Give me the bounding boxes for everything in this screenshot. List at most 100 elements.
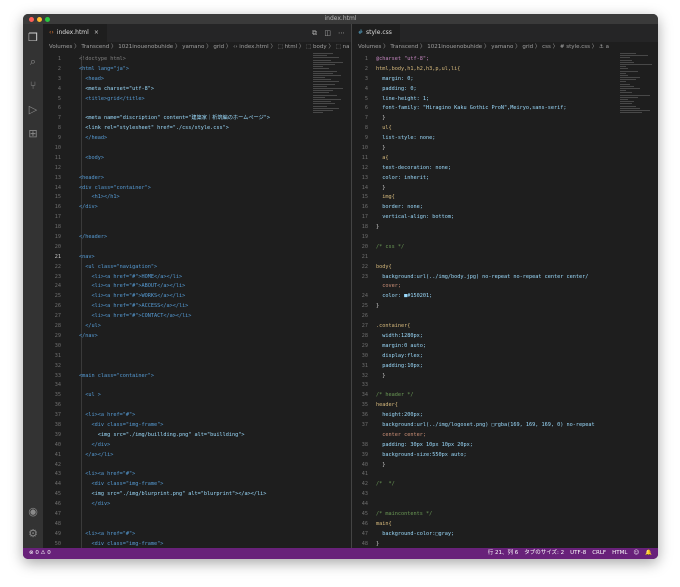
code-line[interactable]: 48} — [352, 540, 658, 548]
code-line[interactable]: 27 .container{ — [352, 322, 658, 332]
status-item[interactable]: ☺ — [633, 550, 639, 556]
code-line[interactable]: 39 <img src="./img/buillding.png" alt="b… — [43, 430, 351, 441]
code-line[interactable]: 36 — [43, 401, 351, 412]
code-line[interactable]: 22 <ul class="navigation"> — [43, 262, 351, 273]
code-line[interactable]: 3 margin: 0; — [352, 75, 658, 85]
code-line[interactable]: 34 /* header */ — [352, 391, 658, 401]
compare-icon[interactable]: ⧉ — [312, 24, 317, 42]
code-line[interactable]: 37 <li><a href="#"> — [43, 411, 351, 421]
code-line[interactable]: 43 <li><a href="#"> — [43, 470, 351, 481]
code-line[interactable]: 15 img{ — [352, 193, 658, 203]
more-actions-icon[interactable]: ⋯ — [338, 24, 345, 42]
code-line[interactable]: 20 — [43, 242, 351, 253]
code-line[interactable]: 22 body{ — [352, 263, 658, 273]
code-line[interactable]: 21 <nav> — [43, 252, 351, 263]
status-item[interactable]: タブのサイズ: 2 — [524, 550, 564, 556]
code-line[interactable]: 8 <link rel="stylesheet" href="./css/sty… — [43, 124, 351, 135]
code-line[interactable]: 29 </nav> — [43, 331, 351, 342]
code-line[interactable]: 21 — [352, 253, 658, 263]
code-line[interactable]: 11 <body> — [43, 153, 351, 164]
code-line[interactable]: 10 — [43, 144, 351, 154]
status-item[interactable]: UTF-8 — [570, 550, 586, 556]
editor-left[interactable]: ‹› index.html × ⧉ ◫ ⋯ Volumes 〉 Transcend … — [43, 24, 351, 548]
debug-icon[interactable]: ▷ — [27, 104, 39, 116]
code-line[interactable]: 29 margin:0 auto; — [352, 342, 658, 352]
code-line[interactable]: 28 width:1280px; — [352, 332, 658, 342]
minimap-right[interactable] — [620, 53, 656, 143]
code-line[interactable]: 7 <meta name="discription" content="建築家｜… — [43, 114, 351, 125]
code-line[interactable]: 28 </ul> — [43, 322, 351, 332]
code-line[interactable]: 40 </div> — [43, 440, 351, 451]
code-line[interactable]: 6 — [43, 104, 351, 115]
breadcrumb-right[interactable]: Volumes 〉 Transcend 〉 1021inouenobuhide … — [352, 42, 658, 53]
code-line[interactable]: 15 <h1></h1> — [43, 193, 351, 204]
tab-index-html[interactable]: ‹› index.html × — [43, 24, 107, 42]
code-line[interactable]: 36 height:200px; — [352, 411, 658, 421]
code-line[interactable]: 18 — [43, 223, 351, 234]
close-window-button[interactable] — [29, 17, 34, 22]
code-line[interactable]: 31 padding:10px; — [352, 362, 658, 372]
code-line[interactable]: 19 — [352, 233, 658, 243]
code-line[interactable]: 41 </a></li> — [43, 450, 351, 461]
minimap-left[interactable] — [313, 53, 349, 143]
code-line[interactable]: 50 <div class="img-frame"> — [43, 539, 351, 548]
code-line[interactable]: 18} — [352, 223, 658, 233]
code-line[interactable]: 27 <li><a href="#">CONTACT</a></li> — [43, 312, 351, 323]
code-line[interactable]: 45 <img src="./img/blurprint.png" alt="b… — [43, 490, 351, 501]
minimize-window-button[interactable] — [37, 17, 42, 22]
code-line[interactable]: 16 border: none; — [352, 203, 658, 213]
account-icon[interactable]: ◉ — [27, 506, 39, 518]
code-line[interactable]: 33 — [352, 381, 658, 391]
code-line[interactable]: 44 — [352, 500, 658, 510]
code-line[interactable]: 25 <li><a href="#">WORKS</a></li> — [43, 292, 351, 303]
gear-icon[interactable]: ⚙ — [27, 528, 39, 540]
code-line[interactable]: 32 — [43, 361, 351, 372]
code-line[interactable]: 44 <div class="img-frame"> — [43, 480, 351, 491]
code-line[interactable]: 37 background:url(../img/logoset.png) □r… — [352, 421, 658, 431]
status-item[interactable]: 行 21、列 6 — [488, 550, 519, 556]
code-line[interactable]: 43 — [352, 490, 658, 500]
code-line[interactable]: 4 padding: 0; — [352, 85, 658, 95]
code-line[interactable]: 23 background:url(../img/body.jpg) no-re… — [352, 273, 658, 283]
code-line[interactable]: 31 — [43, 351, 351, 362]
code-line[interactable]: 49 <li><a href="#"> — [43, 529, 351, 540]
code-line[interactable]: 4 <meta charset="utf-8"> — [43, 84, 351, 95]
code-line[interactable]: 34 — [43, 381, 351, 392]
code-line[interactable]: 45 /* maincontents */ — [352, 510, 658, 520]
code-line[interactable]: 14 } — [352, 184, 658, 194]
code-line[interactable]: 39 background-size:550px auto; — [352, 451, 658, 461]
code-line[interactable]: 38 <div class="img-frame"> — [43, 420, 351, 431]
problems-indicator[interactable]: ⊗ 0 ⚠ 0 — [29, 548, 51, 559]
code-line[interactable]: 10 } — [352, 144, 658, 154]
code-line[interactable]: 5 <title>grid</title> — [43, 94, 351, 105]
code-line[interactable]: 35 header{ — [352, 401, 658, 411]
code-line[interactable]: 19 </header> — [43, 233, 351, 243]
source-control-icon[interactable]: ⑂ — [27, 80, 39, 92]
split-editor-icon[interactable]: ◫ — [324, 24, 331, 42]
extensions-icon[interactable]: ⊞ — [27, 128, 39, 140]
code-line[interactable]: 16 </div> — [43, 203, 351, 214]
code-line[interactable]: 35 <ul > — [43, 391, 351, 402]
code-line[interactable]: 11 a{ — [352, 154, 658, 164]
code-line[interactable]: 42 — [43, 460, 351, 471]
code-line[interactable]: 1 @charset "utf-8"; — [352, 55, 658, 65]
breadcrumb[interactable]: Volumes 〉 Transcend 〉 1021inouenobuhide … — [43, 42, 351, 53]
code-line[interactable]: 3 <head> — [43, 74, 351, 85]
code-line[interactable]: 9 list-style: none; — [352, 134, 658, 144]
code-line[interactable]: 14 <div class="container"> — [43, 183, 351, 194]
code-line[interactable]: center center; — [352, 431, 658, 441]
code-line[interactable]: 7 } — [352, 114, 658, 124]
code-line[interactable]: 17 vertical-align: bottom; — [352, 213, 658, 223]
code-line[interactable]: 13 <header> — [43, 173, 351, 184]
code-line[interactable]: 1 <!doctype html> — [43, 55, 351, 65]
code-line[interactable]: 9 </head> — [43, 134, 351, 145]
close-tab-icon[interactable]: × — [94, 29, 99, 36]
code-line[interactable]: 47 — [43, 509, 351, 520]
code-line[interactable]: 40 } — [352, 461, 658, 471]
code-line[interactable]: 23 <li><a href="#">HOME</a></li> — [43, 272, 351, 283]
code-line[interactable]: 25} — [352, 302, 658, 312]
code-line[interactable]: 46 main{ — [352, 520, 658, 530]
code-line[interactable]: 32 } — [352, 372, 658, 382]
code-area-left[interactable]: 1 <!doctype html> 2 <html lang="ja"> 3 <head… — [43, 55, 351, 548]
files-icon[interactable]: ❐ — [27, 32, 39, 44]
